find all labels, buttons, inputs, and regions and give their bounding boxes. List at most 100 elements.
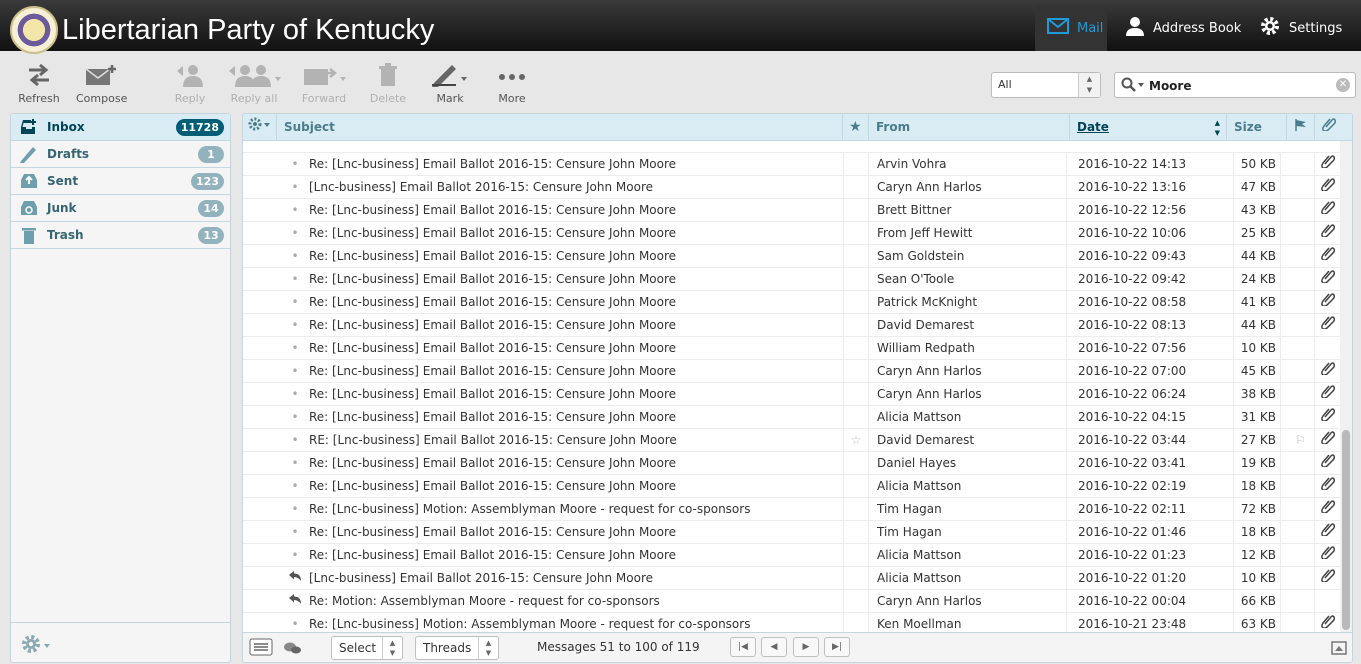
column-subject[interactable]: Subject [277, 114, 843, 140]
message-subject[interactable]: Re: [Lnc-business] Email Ballot 2016-15:… [309, 222, 839, 244]
flag-slot[interactable] [1287, 613, 1315, 633]
flag-slot[interactable] [1287, 383, 1315, 405]
star-slot[interactable] [843, 613, 869, 633]
flag-slot[interactable] [1287, 245, 1315, 267]
message-subject[interactable]: RE: [Lnc-business] Email Ballot 2016-15:… [309, 429, 839, 451]
message-status[interactable]: • [287, 498, 303, 520]
filter-select[interactable]: All ▲ ▼ [991, 72, 1101, 98]
message-subject[interactable]: Re: [Lnc-business] Email Ballot 2016-15:… [309, 314, 839, 336]
table-row[interactable]: • Re: [Lnc-business] Email Ballot 2016-15… [243, 452, 1340, 475]
previous-page-button[interactable]: ◀ [761, 637, 787, 657]
flag-slot[interactable] [1287, 498, 1315, 520]
search-input[interactable]: Moore [1149, 79, 1192, 93]
folder-junk[interactable]: Junk 14 [11, 195, 230, 222]
column-size[interactable]: Size [1227, 114, 1287, 140]
message-status[interactable] [287, 567, 303, 589]
table-row[interactable]: • Re: [Lnc-business] Email Ballot 2016-15… [243, 291, 1340, 314]
message-subject[interactable]: [Lnc-business] Email Ballot 2016-15: Cen… [309, 176, 839, 198]
star-slot[interactable] [843, 222, 869, 244]
message-subject[interactable]: Re: [Lnc-business] Email Ballot 2016-15:… [309, 475, 839, 497]
star-slot[interactable] [843, 521, 869, 543]
folder-inbox[interactable]: Inbox 11728 [11, 114, 230, 141]
table-row-partial[interactable] [243, 141, 1340, 153]
message-status[interactable] [287, 590, 303, 612]
message-subject[interactable]: Re: [Lnc-business] Email Ballot 2016-15:… [309, 544, 839, 566]
flag-icon[interactable]: ⚐ [1287, 429, 1315, 451]
message-status[interactable]: • [287, 544, 303, 566]
nav-settings[interactable]: Settings [1247, 5, 1354, 51]
folder-trash[interactable]: Trash 13 [11, 222, 230, 249]
table-row[interactable]: • Re: [Lnc-business] Email Ballot 2016-15… [243, 199, 1340, 222]
table-row[interactable]: • Re: [Lnc-business] Email Ballot 2016-15… [243, 268, 1340, 291]
message-subject[interactable]: Re: [Lnc-business] Email Ballot 2016-15:… [309, 199, 839, 221]
reply-all-button[interactable]: Reply all [224, 63, 284, 105]
message-subject[interactable]: Re: [Lnc-business] Email Ballot 2016-15:… [309, 337, 839, 359]
table-row[interactable]: • Re: [Lnc-business] Email Ballot 2016-15… [243, 544, 1340, 567]
message-status[interactable]: • [287, 406, 303, 428]
message-status[interactable]: • [287, 176, 303, 198]
star-slot[interactable] [843, 360, 869, 382]
column-from[interactable]: From [869, 114, 1070, 140]
list-scrollbar[interactable] [1340, 141, 1352, 633]
message-subject[interactable]: Re: [Lnc-business] Email Ballot 2016-15:… [309, 360, 839, 382]
star-slot[interactable] [843, 383, 869, 405]
table-row[interactable]: • RE: [Lnc-business] Email Ballot 2016-15… [243, 429, 1340, 452]
message-status[interactable]: • [287, 291, 303, 313]
flag-slot[interactable] [1287, 452, 1315, 474]
threads-toggle-icon[interactable] [283, 640, 303, 659]
flag-slot[interactable] [1287, 176, 1315, 198]
delete-button[interactable]: Delete [368, 63, 408, 105]
folder-settings-gear-icon[interactable] [21, 633, 55, 658]
star-slot[interactable] [843, 452, 869, 474]
table-row[interactable]: • Re: [Lnc-business] Email Ballot 2016-15… [243, 383, 1340, 406]
star-slot[interactable] [843, 291, 869, 313]
message-status[interactable]: • [287, 613, 303, 633]
mark-button[interactable]: Mark [430, 63, 470, 105]
table-row[interactable]: Re: Motion: Assemblyman Moore - request … [243, 590, 1340, 613]
message-subject[interactable]: Re: [Lnc-business] Email Ballot 2016-15:… [309, 383, 839, 405]
message-subject[interactable]: Re: [Lnc-business] Email Ballot 2016-15:… [309, 521, 839, 543]
message-subject[interactable]: Re: [Lnc-business] Motion: Assemblyman M… [309, 498, 839, 520]
message-subject[interactable]: Re: [Lnc-business] Email Ballot 2016-15:… [309, 268, 839, 290]
column-flag-icon[interactable] [1287, 114, 1315, 140]
message-subject[interactable]: Re: [Lnc-business] Email Ballot 2016-15:… [309, 452, 839, 474]
star-slot[interactable] [843, 314, 869, 336]
search-box[interactable]: Moore ✕ [1114, 72, 1356, 98]
message-status[interactable]: • [287, 314, 303, 336]
message-subject[interactable]: Re: [Lnc-business] Email Ballot 2016-15:… [309, 291, 839, 313]
flag-slot[interactable] [1287, 590, 1315, 612]
column-flagged-star-icon[interactable]: ★ [843, 114, 869, 140]
star-slot[interactable] [843, 153, 869, 175]
message-subject[interactable]: Re: [Lnc-business] Email Ballot 2016-15:… [309, 406, 839, 428]
flag-slot[interactable] [1287, 475, 1315, 497]
list-view-toggle-icon[interactable] [249, 638, 273, 659]
message-status[interactable]: • [287, 222, 303, 244]
star-slot[interactable] [843, 268, 869, 290]
table-row[interactable]: • Re: [Lnc-business] Email Ballot 2016-15… [243, 245, 1340, 268]
flag-slot[interactable] [1287, 360, 1315, 382]
flag-slot[interactable] [1287, 268, 1315, 290]
star-icon[interactable]: ☆ [843, 429, 869, 451]
more-button[interactable]: More [494, 63, 530, 105]
message-status[interactable]: • [287, 429, 303, 451]
message-subject[interactable]: Re: [Lnc-business] Motion: Assemblyman M… [309, 613, 839, 633]
table-row[interactable]: • Re: [Lnc-business] Email Ballot 2016-15… [243, 406, 1340, 429]
table-row[interactable]: • Re: [Lnc-business] Email Ballot 2016-15… [243, 521, 1340, 544]
star-slot[interactable] [843, 498, 869, 520]
table-row[interactable]: • Re: [Lnc-business] Motion: Assemblyman … [243, 613, 1340, 633]
nav-address-book[interactable]: Address Book [1113, 5, 1253, 51]
table-row[interactable]: • Re: [Lnc-business] Email Ballot 2016-15… [243, 475, 1340, 498]
message-status[interactable]: • [287, 268, 303, 290]
message-subject[interactable]: Re: Motion: Assemblyman Moore - request … [309, 590, 839, 612]
flag-slot[interactable] [1287, 567, 1315, 589]
message-status[interactable]: • [287, 153, 303, 175]
flag-slot[interactable] [1287, 291, 1315, 313]
nav-mail[interactable]: Mail [1035, 5, 1107, 51]
table-row[interactable]: • Re: [Lnc-business] Email Ballot 2016-15… [243, 360, 1340, 383]
message-status[interactable]: • [287, 383, 303, 405]
next-page-button[interactable]: ▶ [793, 637, 819, 657]
flag-slot[interactable] [1287, 337, 1315, 359]
table-row[interactable]: • Re: [Lnc-business] Email Ballot 2016-15… [243, 337, 1340, 360]
message-subject[interactable]: Re: [Lnc-business] Email Ballot 2016-15:… [309, 245, 839, 267]
star-slot[interactable] [843, 567, 869, 589]
